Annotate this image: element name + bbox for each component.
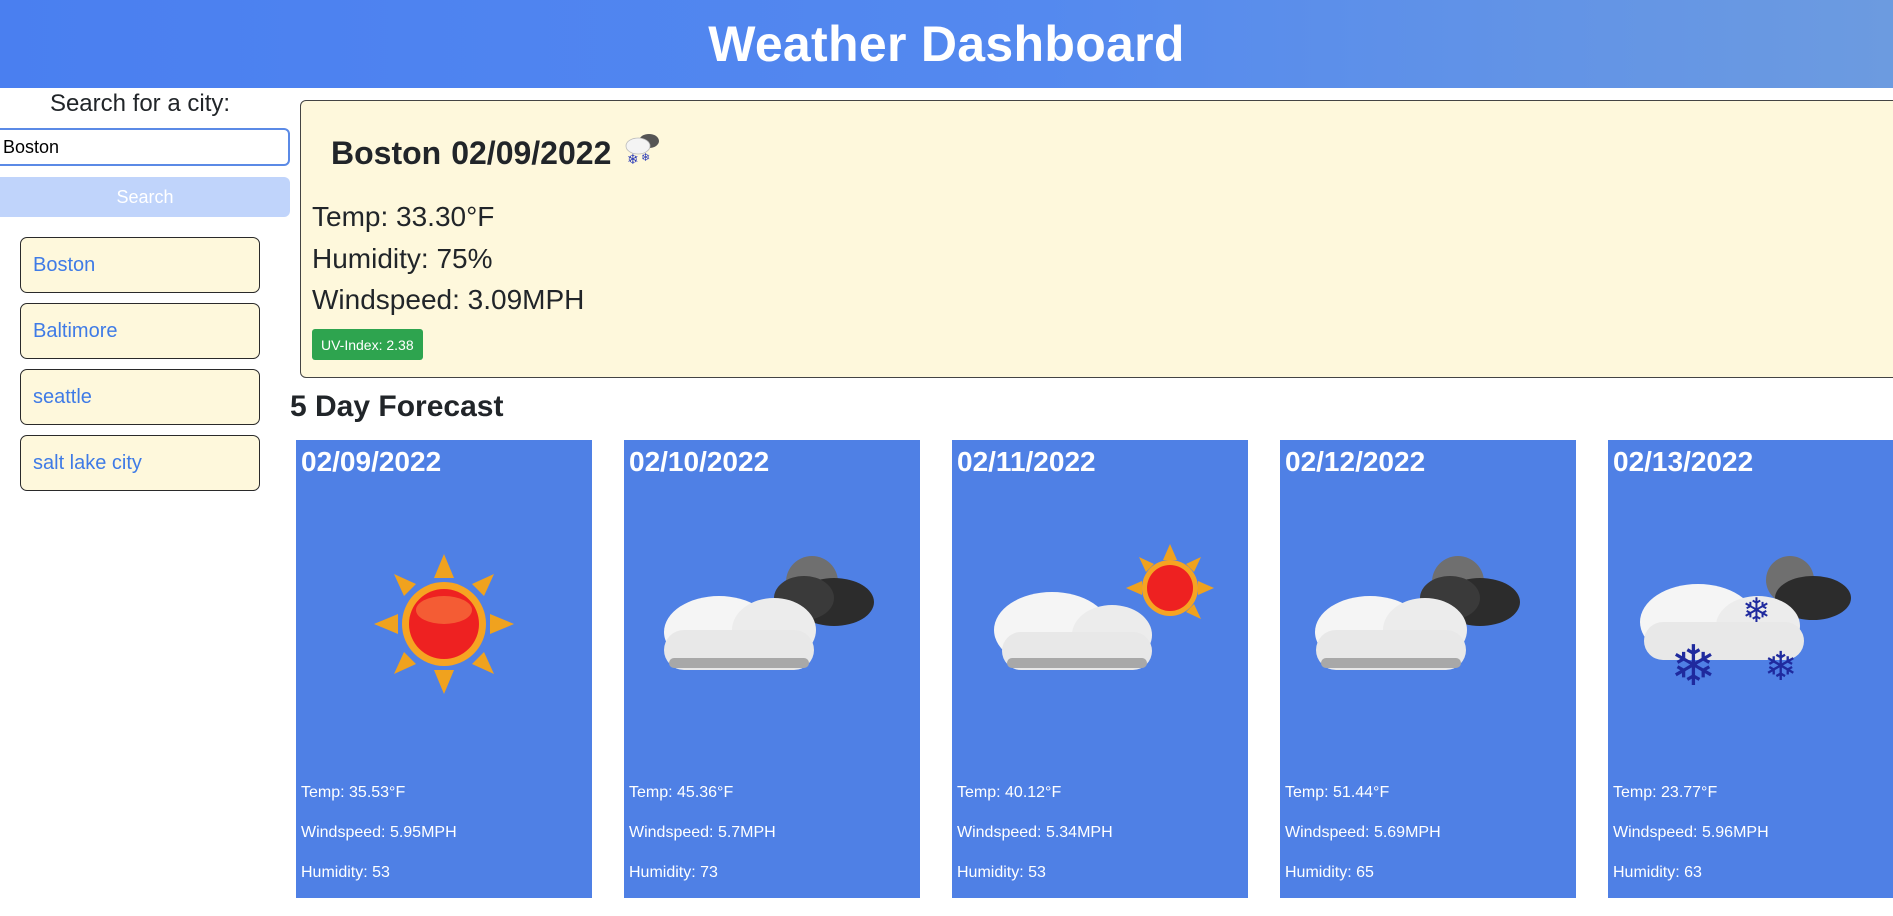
forecast-windspeed: Windspeed: 5.7MPH: [629, 824, 776, 841]
current-city: Boston: [331, 134, 442, 171]
forecast-card: 02/09/2022 Temp: 35.53°F Windspeed: 5.95…: [296, 440, 592, 898]
current-date: 02/09/2022: [451, 134, 612, 171]
history-item-salt-lake-city[interactable]: salt lake city: [20, 435, 260, 491]
night-cloud-icon: [624, 540, 920, 700]
history-item-label: seattle: [33, 385, 92, 408]
partly-sunny-icon: [952, 540, 1248, 700]
svg-text:❄: ❄: [641, 151, 650, 164]
snow-cloud-icon: ❄ ❄: [621, 129, 665, 177]
history-item-label: Baltimore: [33, 319, 118, 342]
snow-cloud-icon: ❄ ❄ ❄: [1608, 540, 1893, 700]
forecast-card: 02/11/2022 Temp: 40.12°F Windspeed: 5.34…: [952, 440, 1248, 898]
forecast-humidity: Humidity: 53: [957, 864, 1046, 881]
page-title: Weather Dashboard: [708, 16, 1185, 72]
search-button[interactable]: Search: [0, 177, 290, 217]
forecast-date: 02/10/2022: [629, 446, 770, 477]
current-humidity: Humidity: 75%: [312, 243, 493, 274]
forecast-card: 02/13/2022 ❄ ❄ ❄ Temp: 23.77°F Windspeed…: [1608, 440, 1893, 898]
svg-text:❄: ❄: [1764, 644, 1798, 690]
night-cloud-icon: [1280, 540, 1576, 700]
history-item-baltimore[interactable]: Baltimore: [20, 303, 260, 359]
forecast-humidity: Humidity: 53: [301, 864, 390, 881]
forecast-humidity: Humidity: 65: [1285, 864, 1374, 881]
current-temp: Temp: 33.30°F: [312, 201, 495, 232]
svg-text:❄: ❄: [1742, 591, 1771, 631]
svg-text:❄: ❄: [627, 152, 639, 168]
forecast-temp: Temp: 45.36°F: [629, 784, 734, 801]
history-item-boston[interactable]: Boston: [20, 237, 260, 293]
history-item-label: Boston: [33, 253, 96, 276]
history-item-seattle[interactable]: seattle: [20, 369, 260, 425]
svg-text:❄: ❄: [1670, 634, 1717, 699]
forecast-temp: Temp: 51.44°F: [1285, 784, 1390, 801]
forecast-windspeed: Windspeed: 5.96MPH: [1613, 824, 1769, 841]
forecast-date: 02/12/2022: [1285, 446, 1426, 477]
app-header: Weather Dashboard: [0, 0, 1893, 88]
forecast-humidity: Humidity: 73: [629, 864, 718, 881]
current-weather-heading: Boston 02/09/2022 ❄ ❄: [331, 129, 665, 177]
forecast-humidity: Humidity: 63: [1613, 864, 1702, 881]
search-input[interactable]: [0, 128, 290, 166]
current-windspeed: Windspeed: 3.09MPH: [312, 284, 585, 315]
history-item-label: salt lake city: [33, 451, 142, 474]
forecast-date: 02/11/2022: [957, 446, 1096, 477]
forecast-windspeed: Windspeed: 5.34MPH: [957, 824, 1113, 841]
forecast-title: 5 Day Forecast: [290, 390, 504, 423]
forecast-date: 02/09/2022: [301, 446, 442, 477]
sun-icon: [296, 540, 592, 700]
uv-index-badge: UV-Index: 2.38: [312, 329, 423, 360]
forecast-card: 02/10/2022 Temp: 45.36°F Windspeed: 5.7M…: [624, 440, 920, 898]
search-label: Search for a city:: [49, 90, 231, 117]
forecast-windspeed: Windspeed: 5.95MPH: [301, 824, 457, 841]
forecast-row: 02/09/2022 Temp: 35.53°F Windspeed: 5.95…: [296, 440, 1893, 898]
forecast-temp: Temp: 40.12°F: [957, 784, 1062, 801]
forecast-windspeed: Windspeed: 5.69MPH: [1285, 824, 1441, 841]
forecast-temp: Temp: 23.77°F: [1613, 784, 1718, 801]
forecast-date: 02/13/2022: [1613, 446, 1754, 477]
forecast-temp: Temp: 35.53°F: [301, 784, 406, 801]
forecast-card: 02/12/2022 Temp: 51.44°F Windspeed: 5.69…: [1280, 440, 1576, 898]
search-history: Boston Baltimore seattle salt lake city: [20, 237, 260, 501]
current-weather-panel: Boston 02/09/2022 ❄ ❄ Temp: 33.30°F Humi…: [300, 100, 1893, 378]
